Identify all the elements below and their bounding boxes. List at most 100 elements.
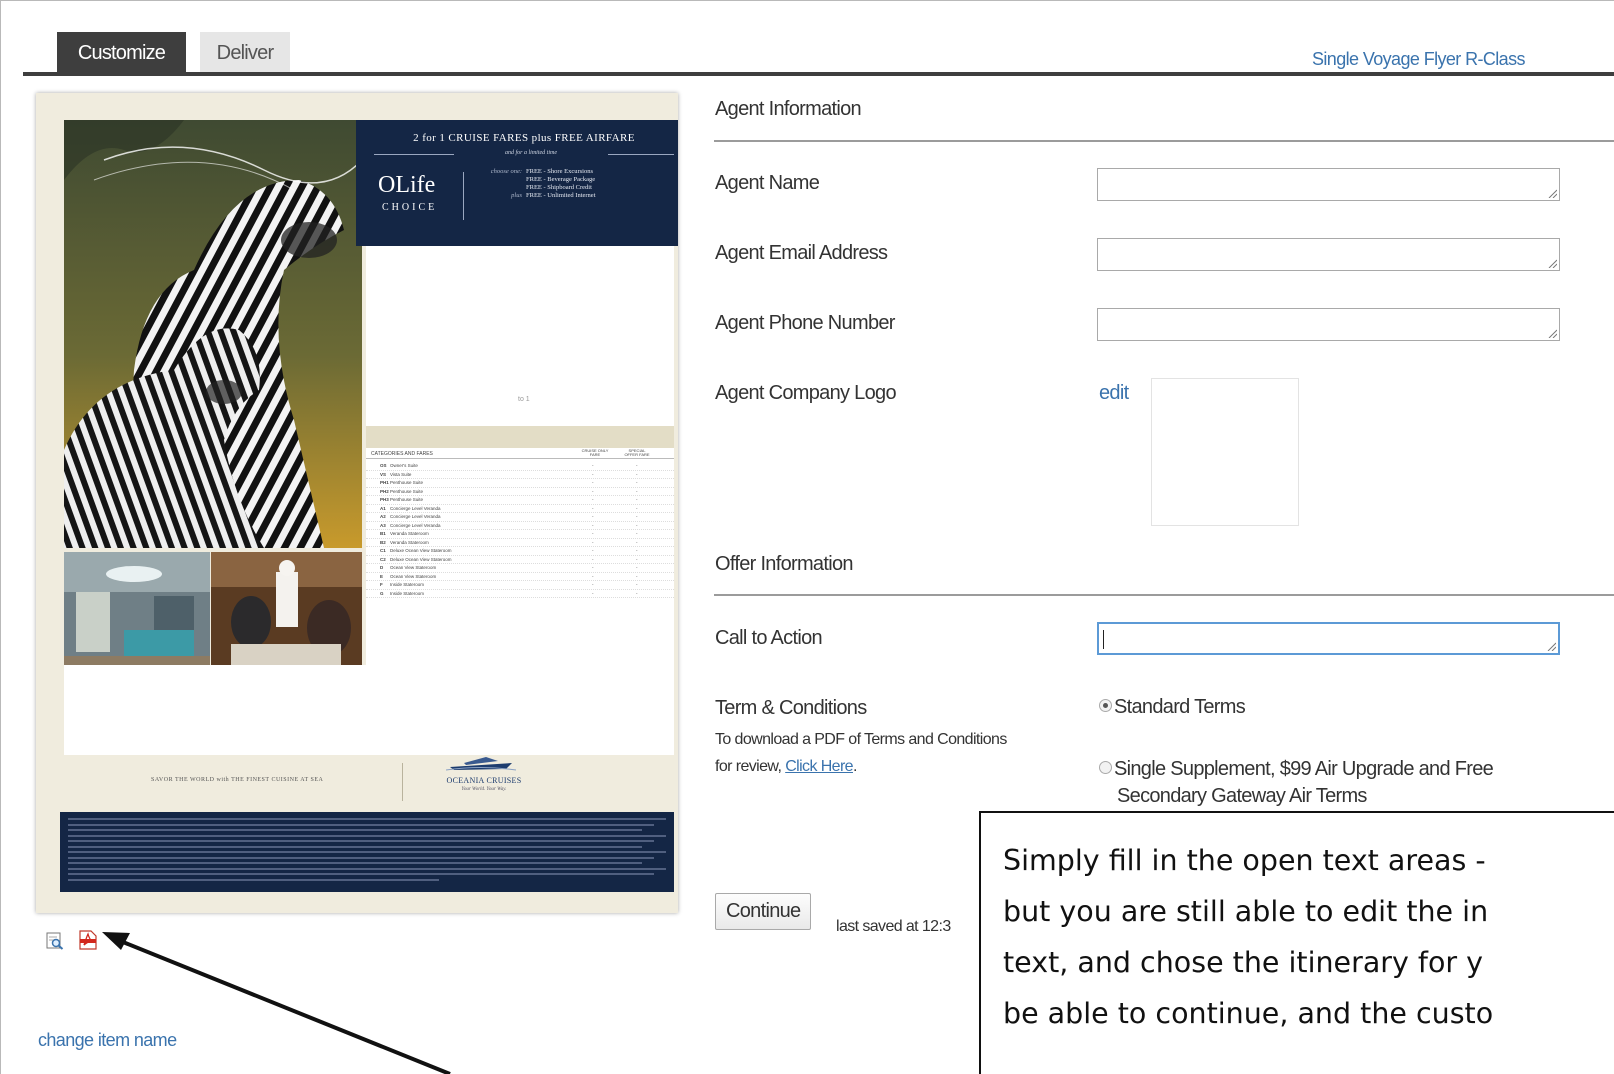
divider	[608, 154, 674, 155]
fare-value: -	[636, 573, 638, 579]
fare-row: PH3 Penthouse Suite - -	[366, 496, 674, 505]
fare-value: -	[592, 514, 594, 519]
fare-code: OS	[380, 463, 387, 468]
fare-code: B1	[380, 531, 386, 536]
fare-row: VS Vista Suite - -	[366, 471, 674, 479]
fare-name: Penthouse Suite	[390, 488, 424, 494]
fare-table-header: CATEGORIES AND FARES CRUISE ONLY FARE SP…	[366, 449, 674, 459]
continue-button[interactable]: Continue	[715, 893, 812, 930]
cta-field[interactable]	[1097, 622, 1560, 655]
terms-label: Term & Conditions	[715, 697, 867, 719]
flyer-preview[interactable]: 2 for 1 CRUISE FARES plus FREE AIRFARE a…	[36, 93, 678, 913]
fare-row: OS Owner's Suite - -	[366, 462, 674, 471]
oceania-tagline: Your World. Your Way.	[461, 787, 507, 792]
fine-print-line	[68, 873, 655, 875]
perk-item: FREE - Unlimited Internet	[526, 192, 596, 199]
text-caret	[1103, 630, 1104, 649]
fare-value: -	[592, 480, 594, 485]
radio-label: Standard Terms	[1114, 696, 1246, 718]
fare-value: -	[592, 590, 594, 596]
instruction-callout: Simply fill in the open text areas - but…	[979, 811, 1614, 1074]
fare-value: -	[592, 556, 594, 562]
fare-name: Ocean View Stateroom	[390, 565, 437, 570]
agent-name-label: Agent Name	[715, 172, 820, 194]
tab-customize[interactable]: Customize	[57, 32, 186, 74]
fare-rows: OS Owner's Suite - - VS Vista Suite - - PH1 Penth…	[366, 462, 674, 598]
radio-button[interactable]	[1099, 699, 1112, 713]
preview-icon[interactable]	[46, 932, 64, 950]
perk-item: FREE - Shipboard Credit	[526, 184, 592, 191]
fare-table: CATEGORIES AND FARES CRUISE ONLY FARE SP…	[366, 426, 674, 673]
fare-code: D	[380, 565, 384, 570]
offer-info-heading: Offer Information	[715, 553, 854, 575]
fare-name: Penthouse Suite	[390, 480, 424, 485]
fare-code: C1	[380, 548, 386, 553]
fare-value: -	[636, 463, 638, 468]
fare-name: Vista Suite	[390, 471, 412, 477]
tab-deliver[interactable]: Deliver	[200, 32, 290, 74]
radio-button[interactable]	[1099, 761, 1112, 775]
terms-click-here-link[interactable]: Click Here	[785, 758, 853, 775]
change-item-name-link[interactable]: change item name	[38, 1030, 177, 1051]
fare-row: A1 Concierge Level Veranda - -	[366, 505, 674, 513]
fine-print-line	[68, 829, 643, 831]
perk-prefix: choose one:	[490, 168, 522, 175]
logo-preview-box	[1151, 378, 1299, 526]
fare-value: -	[592, 565, 594, 570]
fare-name: Inside Stateroom	[390, 582, 425, 587]
fare-code: B2	[380, 539, 386, 545]
cta-label: Call to Action	[715, 627, 823, 649]
agent-info-heading: Agent Information	[715, 98, 862, 120]
fare-name: Concierge Level Veranda	[390, 514, 441, 519]
logo-edit-link[interactable]: edit	[1099, 382, 1129, 405]
fine-print-line	[68, 818, 666, 820]
fine-print-line	[68, 840, 655, 842]
resize-grip-icon[interactable]	[1546, 641, 1556, 651]
fare-row: B1 Veranda Stateroom - -	[366, 530, 674, 539]
resize-grip-icon[interactable]	[1547, 258, 1557, 268]
flyer-headline: 2 for 1 CRUISE FARES plus FREE AIRFARE	[413, 132, 635, 144]
section-divider	[714, 594, 1614, 596]
resize-grip-icon[interactable]	[1547, 328, 1557, 338]
radio-standard-terms[interactable]: Standard Terms	[1099, 694, 1246, 721]
fare-code: A3	[380, 522, 386, 528]
fare-name: Inside Stateroom	[390, 590, 425, 596]
fare-code: C2	[380, 556, 386, 562]
fare-code: PH2	[380, 488, 389, 494]
radio-label-line-2: Secondary Gateway Air Terms	[1117, 785, 1367, 807]
divider	[463, 172, 464, 220]
fare-value: -	[636, 539, 638, 545]
callout-line: be able to continue, and the custo	[1003, 997, 1494, 1030]
divider	[402, 763, 403, 801]
fare-value: -	[636, 522, 638, 528]
radio-label: Single Supplement, $99 Air Upgrade and F…	[1114, 758, 1494, 780]
fare-name: Deluxe Ocean View Stateroom	[390, 556, 452, 562]
radio-single-supplement[interactable]: Single Supplement, $99 Air Upgrade and F…	[1099, 756, 1494, 810]
fare-row: A2 Concierge Level Veranda - -	[366, 513, 674, 522]
agent-phone-field[interactable]	[1097, 308, 1560, 341]
agent-name-field[interactable]	[1097, 168, 1560, 201]
fare-value: -	[592, 573, 594, 579]
fare-value: -	[636, 531, 638, 536]
fare-value: -	[636, 590, 638, 596]
fare-name: Veranda Stateroom	[390, 531, 429, 536]
ship-icon	[446, 757, 516, 771]
fare-value: -	[592, 497, 594, 502]
fare-value: -	[592, 531, 594, 536]
fare-name: Veranda Stateroom	[390, 539, 429, 545]
agent-email-field[interactable]	[1097, 238, 1560, 271]
resize-grip-icon[interactable]	[1547, 188, 1557, 198]
fare-code: E	[380, 573, 384, 579]
agent-email-label: Agent Email Address	[715, 242, 888, 264]
fine-print-line	[68, 834, 666, 837]
agent-logo-label: Agent Company Logo	[715, 382, 897, 404]
fine-print-line	[68, 823, 655, 826]
fare-code: VS	[380, 471, 387, 477]
fare-value: -	[636, 505, 638, 511]
section-divider	[714, 140, 1614, 142]
pdf-icon[interactable]	[79, 930, 97, 950]
fare-value: -	[636, 565, 638, 570]
callout-line: Simply fill in the open text areas -	[1003, 844, 1486, 877]
fare-value: -	[636, 488, 638, 494]
perk-item: FREE - Beverage Package	[526, 176, 596, 183]
